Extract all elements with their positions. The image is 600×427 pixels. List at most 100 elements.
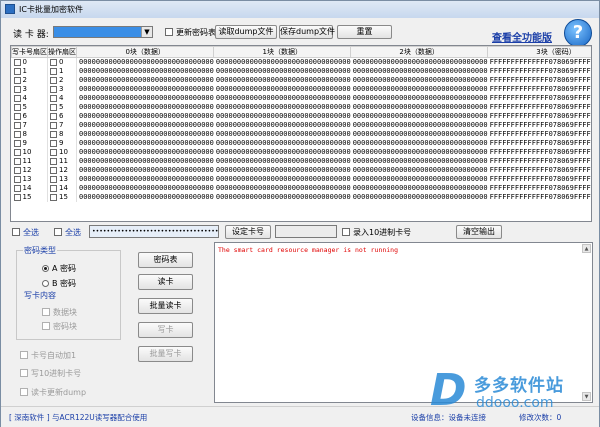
row-checkbox[interactable] bbox=[50, 193, 57, 201]
read-update-dump-checkbox[interactable] bbox=[20, 388, 28, 396]
row-checkbox[interactable] bbox=[13, 85, 21, 93]
op-sector-cell[interactable]: 3 bbox=[47, 85, 77, 94]
row-checkbox[interactable] bbox=[13, 184, 21, 192]
write-sector-cell[interactable]: 5 bbox=[11, 103, 48, 112]
op-sector-cell[interactable]: 15 bbox=[47, 193, 77, 202]
select-all-op-label: 全选 bbox=[65, 228, 81, 237]
batch-read-button[interactable]: 批量读卡 bbox=[138, 298, 193, 314]
op-sector-cell[interactable]: 10 bbox=[47, 148, 77, 157]
row-checkbox[interactable] bbox=[50, 103, 57, 111]
write-decimal-checkbox[interactable] bbox=[20, 369, 28, 377]
op-sector-cell[interactable]: 13 bbox=[47, 175, 77, 184]
row-checkbox[interactable] bbox=[50, 112, 57, 120]
row-checkbox[interactable] bbox=[13, 112, 21, 120]
read-card-button[interactable]: 读卡 bbox=[138, 274, 193, 290]
select-all-write-checkbox[interactable] bbox=[12, 228, 20, 236]
set-card-button[interactable]: 设定卡号 bbox=[225, 225, 271, 239]
op-sector-cell[interactable]: 7 bbox=[47, 121, 77, 130]
row-checkbox[interactable] bbox=[50, 76, 57, 84]
read-dump-button[interactable]: 读取dump文件 bbox=[215, 25, 277, 39]
row-checkbox[interactable] bbox=[50, 85, 57, 93]
write-sector-cell[interactable]: 14 bbox=[11, 184, 48, 193]
select-all-op-checkbox[interactable] bbox=[54, 228, 62, 236]
row-checkbox[interactable] bbox=[13, 103, 21, 111]
op-sector-cell[interactable]: 8 bbox=[47, 130, 77, 139]
write-card-button[interactable]: 写卡 bbox=[138, 322, 193, 338]
row-checkbox[interactable] bbox=[13, 157, 21, 165]
write-sector-cell[interactable]: 4 bbox=[11, 94, 48, 103]
row-checkbox[interactable] bbox=[13, 139, 21, 147]
op-sector-cell[interactable]: 6 bbox=[47, 112, 77, 121]
clear-output-button[interactable]: 清空输出 bbox=[456, 225, 502, 239]
input-decimal-checkbox[interactable] bbox=[342, 228, 350, 236]
radio-a-key[interactable] bbox=[42, 265, 49, 272]
row-checkbox[interactable] bbox=[50, 130, 57, 138]
update-pwd-label: 更新密码表 bbox=[176, 28, 216, 37]
row-checkbox[interactable] bbox=[50, 157, 57, 165]
write-sector-cell[interactable]: 10 bbox=[11, 148, 48, 157]
row-checkbox[interactable] bbox=[50, 94, 57, 102]
table-row: 9 9 00000000000000000000000000000000 000000… bbox=[11, 139, 591, 148]
write-sector-cell[interactable]: 11 bbox=[11, 157, 48, 166]
write-sector-cell[interactable]: 2 bbox=[11, 76, 48, 85]
write-sector-cell[interactable]: 9 bbox=[11, 139, 48, 148]
block2-cell: 00000000000000000000000000000000 bbox=[352, 67, 488, 75]
row-checkbox[interactable] bbox=[13, 175, 21, 183]
write-sector-cell[interactable]: 1 bbox=[11, 67, 48, 76]
reader-select[interactable]: ▼ bbox=[53, 26, 153, 38]
scroll-down-icon[interactable]: ▼ bbox=[582, 392, 591, 401]
reset-button[interactable]: 重置 bbox=[337, 25, 392, 39]
row-checkbox[interactable] bbox=[50, 148, 57, 156]
write-sector-cell[interactable]: 15 bbox=[11, 193, 48, 202]
op-sector-cell[interactable]: 2 bbox=[47, 76, 77, 85]
help-icon[interactable]: ? bbox=[564, 19, 592, 47]
row-checkbox[interactable] bbox=[50, 184, 57, 192]
pwd-table-button[interactable]: 密码表 bbox=[138, 252, 193, 268]
op-sector-cell[interactable]: 12 bbox=[47, 166, 77, 175]
scroll-up-icon[interactable]: ▲ bbox=[582, 244, 591, 253]
row-checkbox[interactable] bbox=[13, 58, 21, 66]
row-checkbox[interactable] bbox=[13, 148, 21, 156]
save-dump-button[interactable]: 保存dump文件 bbox=[279, 25, 335, 39]
op-sector-cell[interactable]: 14 bbox=[47, 184, 77, 193]
row-checkbox[interactable] bbox=[13, 94, 21, 102]
write-sector-cell[interactable]: 3 bbox=[11, 85, 48, 94]
password-field[interactable]: •••••••••••••••••••••••••••••••••••••••• bbox=[89, 225, 219, 238]
op-sector-cell[interactable]: 11 bbox=[47, 157, 77, 166]
row-checkbox[interactable] bbox=[50, 175, 57, 183]
write-sector-cell[interactable]: 12 bbox=[11, 166, 48, 175]
write-sector-cell[interactable]: 6 bbox=[11, 112, 48, 121]
radio-b-key[interactable] bbox=[42, 280, 49, 287]
row-checkbox[interactable] bbox=[50, 67, 57, 75]
full-version-link[interactable]: 查看全功能版 bbox=[492, 29, 552, 44]
row-checkbox[interactable] bbox=[13, 166, 21, 174]
write-sector-cell[interactable]: 13 bbox=[11, 175, 48, 184]
op-sector-cell[interactable]: 4 bbox=[47, 94, 77, 103]
row-checkbox[interactable] bbox=[13, 193, 21, 201]
pwd-block-checkbox[interactable] bbox=[42, 322, 50, 330]
block0-cell: 00000000000000000000000000000000 bbox=[79, 121, 214, 129]
auto-inc-checkbox[interactable] bbox=[20, 351, 28, 359]
row-checkbox[interactable] bbox=[13, 67, 21, 75]
write-sector-cell[interactable]: 0 bbox=[11, 57, 48, 67]
card-number-field[interactable] bbox=[275, 225, 337, 238]
op-sector-cell[interactable]: 9 bbox=[47, 139, 77, 148]
data-block-checkbox[interactable] bbox=[42, 308, 50, 316]
write-sector-cell[interactable]: 7 bbox=[11, 121, 48, 130]
op-sector-cell[interactable]: 1 bbox=[47, 67, 77, 76]
write-sector-cell[interactable]: 8 bbox=[11, 130, 48, 139]
row-checkbox[interactable] bbox=[50, 139, 57, 147]
row-checkbox[interactable] bbox=[50, 121, 57, 129]
row-checkbox[interactable] bbox=[50, 166, 57, 174]
op-sector-cell[interactable]: 0 bbox=[47, 57, 77, 67]
row-checkbox[interactable] bbox=[13, 76, 21, 84]
update-pwd-checkbox[interactable] bbox=[165, 28, 173, 36]
row-checkbox[interactable] bbox=[50, 58, 57, 66]
chevron-down-icon[interactable]: ▼ bbox=[141, 27, 152, 37]
row-checkbox[interactable] bbox=[13, 121, 21, 129]
output-log[interactable]: The smart card resource manager is not r… bbox=[214, 242, 593, 403]
row-checkbox[interactable] bbox=[13, 130, 21, 138]
table-row: 8 8 00000000000000000000000000000000 000000… bbox=[11, 130, 591, 139]
op-sector-cell[interactable]: 5 bbox=[47, 103, 77, 112]
batch-write-button[interactable]: 批量写卡 bbox=[138, 346, 193, 362]
